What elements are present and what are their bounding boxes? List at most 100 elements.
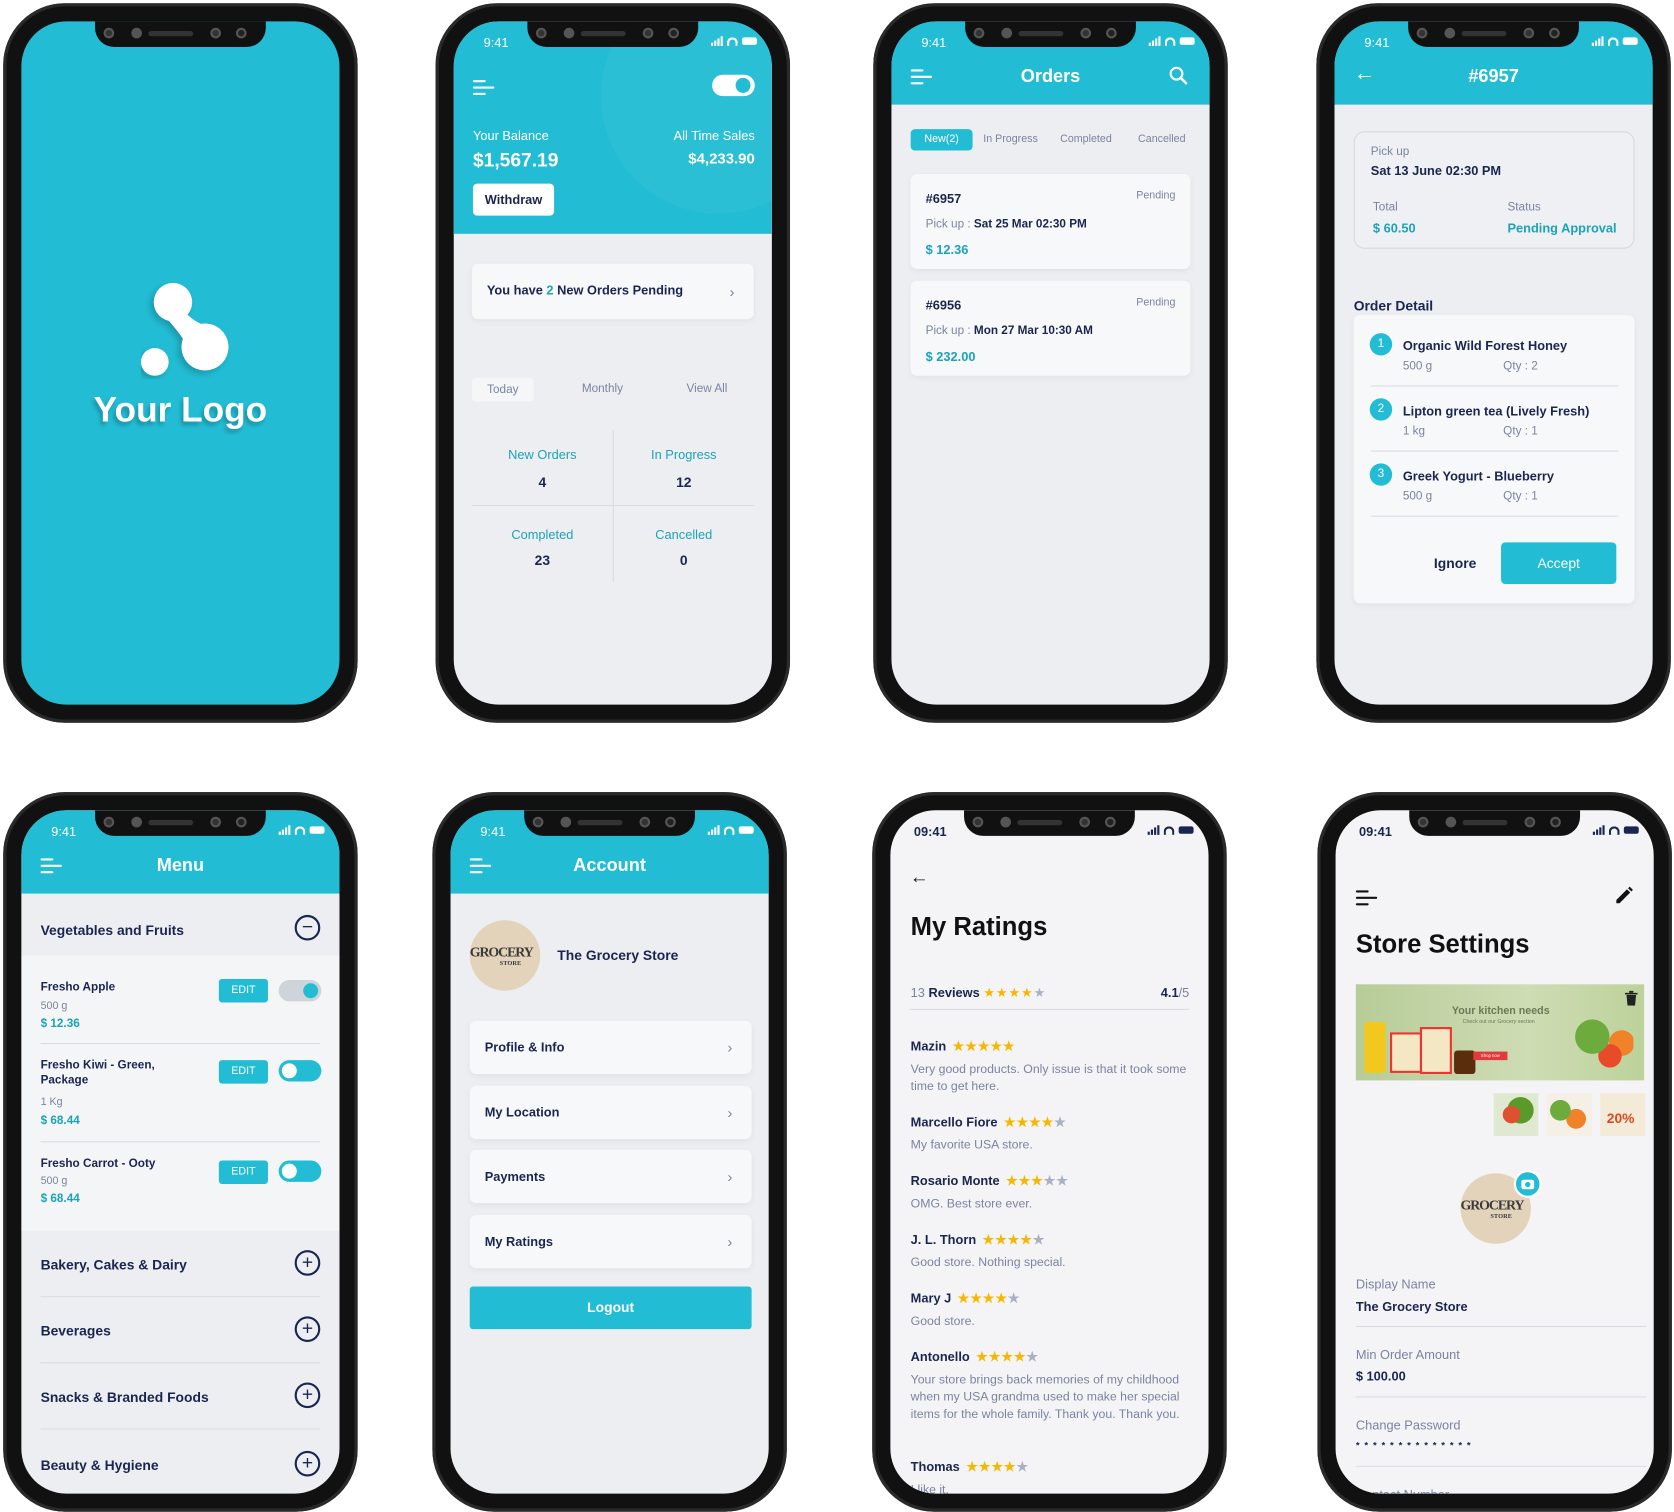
tab-new[interactable]: New(2) — [910, 129, 973, 151]
logo-subtext: STORE — [499, 960, 522, 968]
expand-plus-icon[interactable]: + — [294, 1250, 321, 1276]
edit-pencil-icon[interactable] — [1613, 885, 1634, 906]
menu-icon[interactable] — [910, 69, 933, 85]
status-time: 9:41 — [1364, 35, 1390, 51]
banner-thumbnail[interactable] — [1546, 1093, 1592, 1136]
mockup-stage: Your Logo 9:41 Your Balance $1,567.19 Al… — [0, 0, 1674, 1512]
camera-icon[interactable] — [1513, 1170, 1542, 1198]
category-expanded[interactable]: Vegetables and Fruits − — [21, 894, 339, 956]
signal-icon — [707, 825, 720, 835]
category-label: Beverages — [40, 1322, 111, 1339]
thumbnail-badge: 20% — [1606, 1110, 1635, 1127]
store-settings-screen: 09:41 Store Settings Your kitchen needs … — [1335, 810, 1654, 1494]
accept-button[interactable]: Accept — [1501, 542, 1617, 584]
star-icon: ★ — [983, 985, 996, 1001]
menu-item-profile[interactable]: Profile & Info › — [469, 1020, 752, 1075]
menu-item-payments[interactable]: Payments › — [469, 1149, 752, 1204]
menu-icon[interactable] — [1355, 890, 1378, 906]
sales-value: $4,233.90 — [688, 149, 755, 167]
status-icons — [278, 825, 325, 835]
review-item: Mazin ★★★★★ Very good products. Only issue… — [911, 1039, 1191, 1096]
logo-mark-icon — [140, 282, 237, 379]
availability-toggle[interactable] — [278, 1160, 322, 1182]
star-icon: ★ — [1003, 1114, 1017, 1130]
banner-shop-button: Shop now — [1473, 1051, 1508, 1061]
online-toggle[interactable] — [712, 74, 755, 97]
order-summary-card: Pick up Sat 13 June 02:30 PM Total $ 60.… — [1353, 131, 1635, 249]
star-icon: ★ — [1001, 1349, 1014, 1365]
battery-icon — [741, 37, 757, 45]
edit-button[interactable]: EDIT — [218, 1160, 268, 1184]
tab-view-all[interactable]: View All — [686, 382, 727, 395]
menu-item-ratings[interactable]: My Ratings › — [469, 1214, 752, 1269]
review-item: Mary J ★★★★★ Good store. — [911, 1291, 1191, 1331]
expand-plus-icon[interactable]: + — [294, 1450, 321, 1477]
trash-icon[interactable] — [1624, 990, 1638, 1006]
status-time: 9:41 — [51, 824, 77, 840]
order-detail-screen: #6957 9:41 ← Pick up Sat 13 June 02:30 P… — [1334, 21, 1653, 705]
review-text: Good store. — [910, 1315, 975, 1329]
category-row[interactable]: Beauty & Hygiene + — [21, 1430, 339, 1494]
star-icon: ★ — [977, 1038, 991, 1054]
order-card[interactable]: #6957 Pending Pick up : Sat 25 Mar 02:30… — [910, 174, 1191, 270]
page-title: Store Settings — [1355, 929, 1530, 959]
category-row[interactable]: Bakery, Cakes & Dairy + — [21, 1231, 339, 1298]
status-time: 09:41 — [1359, 824, 1392, 840]
menu-icon[interactable] — [472, 80, 495, 96]
menu-item-location[interactable]: My Location › — [469, 1085, 752, 1140]
pending-orders-banner[interactable]: You have 2 New Orders Pending › — [471, 263, 754, 320]
logout-button[interactable]: Logout — [469, 1286, 752, 1330]
reviewer-name: Thomas — [910, 1459, 960, 1475]
star-icon: ★ — [991, 1459, 1004, 1475]
item-name: Lipton green tea (Lively Fresh) — [1402, 403, 1590, 419]
pickup-label: Pick up : — [925, 217, 971, 231]
withdraw-button[interactable]: Withdraw — [472, 183, 555, 216]
edit-button[interactable]: EDIT — [218, 1060, 268, 1084]
account-screen: Account 9:41 GROCERY STORE The Grocery S… — [450, 810, 769, 1494]
phone-ratings: 09:41 ← My Ratings 13 Reviews ★★★★★ 4.1/… — [872, 792, 1227, 1512]
review-stars: ★★★★★ — [966, 1459, 1029, 1474]
tab-in-progress[interactable]: In Progress — [983, 133, 1038, 145]
category-row[interactable]: Beverages + — [21, 1297, 339, 1364]
sales-label: All Time Sales — [673, 128, 755, 144]
pickup-label: Pick up — [1370, 145, 1410, 159]
tab-today[interactable]: Today — [471, 377, 534, 402]
signal-icon — [711, 36, 723, 46]
item-divider — [1370, 385, 1619, 387]
wifi-icon — [1607, 36, 1619, 46]
review-stars: ★★★★★ — [1006, 1173, 1069, 1188]
tab-cancelled[interactable]: Cancelled — [1138, 133, 1185, 145]
order-card[interactable]: #6956 Pending Pick up : Mon 27 Mar 10:30… — [910, 280, 1191, 376]
ignore-button[interactable]: Ignore — [1402, 543, 1509, 584]
notch — [95, 21, 266, 47]
product-size: 500 g — [40, 1175, 68, 1188]
battery-icon — [1623, 826, 1639, 834]
edit-button[interactable]: EDIT — [218, 978, 268, 1003]
collapse-minus-icon[interactable]: − — [294, 914, 321, 941]
tab-completed[interactable]: Completed — [1060, 133, 1112, 145]
search-icon[interactable] — [1169, 66, 1188, 85]
menu-icon[interactable] — [40, 858, 62, 874]
chevron-right-icon: › — [727, 1038, 733, 1056]
pickup-time: Sat 25 Mar 02:30 PM — [973, 217, 1087, 231]
signal-icon — [1148, 36, 1161, 46]
notch — [965, 21, 1136, 47]
availability-toggle[interactable] — [278, 980, 322, 1002]
back-arrow-icon[interactable]: ← — [1354, 62, 1375, 87]
back-arrow-icon[interactable]: ← — [910, 866, 929, 888]
tab-monthly[interactable]: Monthly — [582, 382, 623, 395]
category-label: Vegetables and Fruits — [40, 922, 185, 939]
expand-plus-icon[interactable]: + — [294, 1316, 321, 1342]
category-row[interactable]: Snacks & Branded Foods + — [21, 1363, 339, 1430]
reviews-count: 13 — [910, 985, 925, 1001]
banner-thumbnail[interactable]: 20% — [1600, 1093, 1646, 1136]
star-icon: ★ — [1007, 1232, 1021, 1247]
star-icon: ★ — [1008, 985, 1022, 1001]
store-banner[interactable]: Your kitchen needs Check out our Grocery… — [1355, 984, 1645, 1081]
banner-thumbnail[interactable] — [1493, 1093, 1539, 1136]
availability-toggle[interactable] — [278, 1060, 322, 1082]
item-qty: Qty : 1 — [1503, 424, 1538, 438]
dashboard-screen: 9:41 Your Balance $1,567.19 All Time Sal… — [453, 21, 772, 705]
expand-plus-icon[interactable]: + — [294, 1382, 321, 1409]
menu-icon[interactable] — [469, 858, 492, 874]
